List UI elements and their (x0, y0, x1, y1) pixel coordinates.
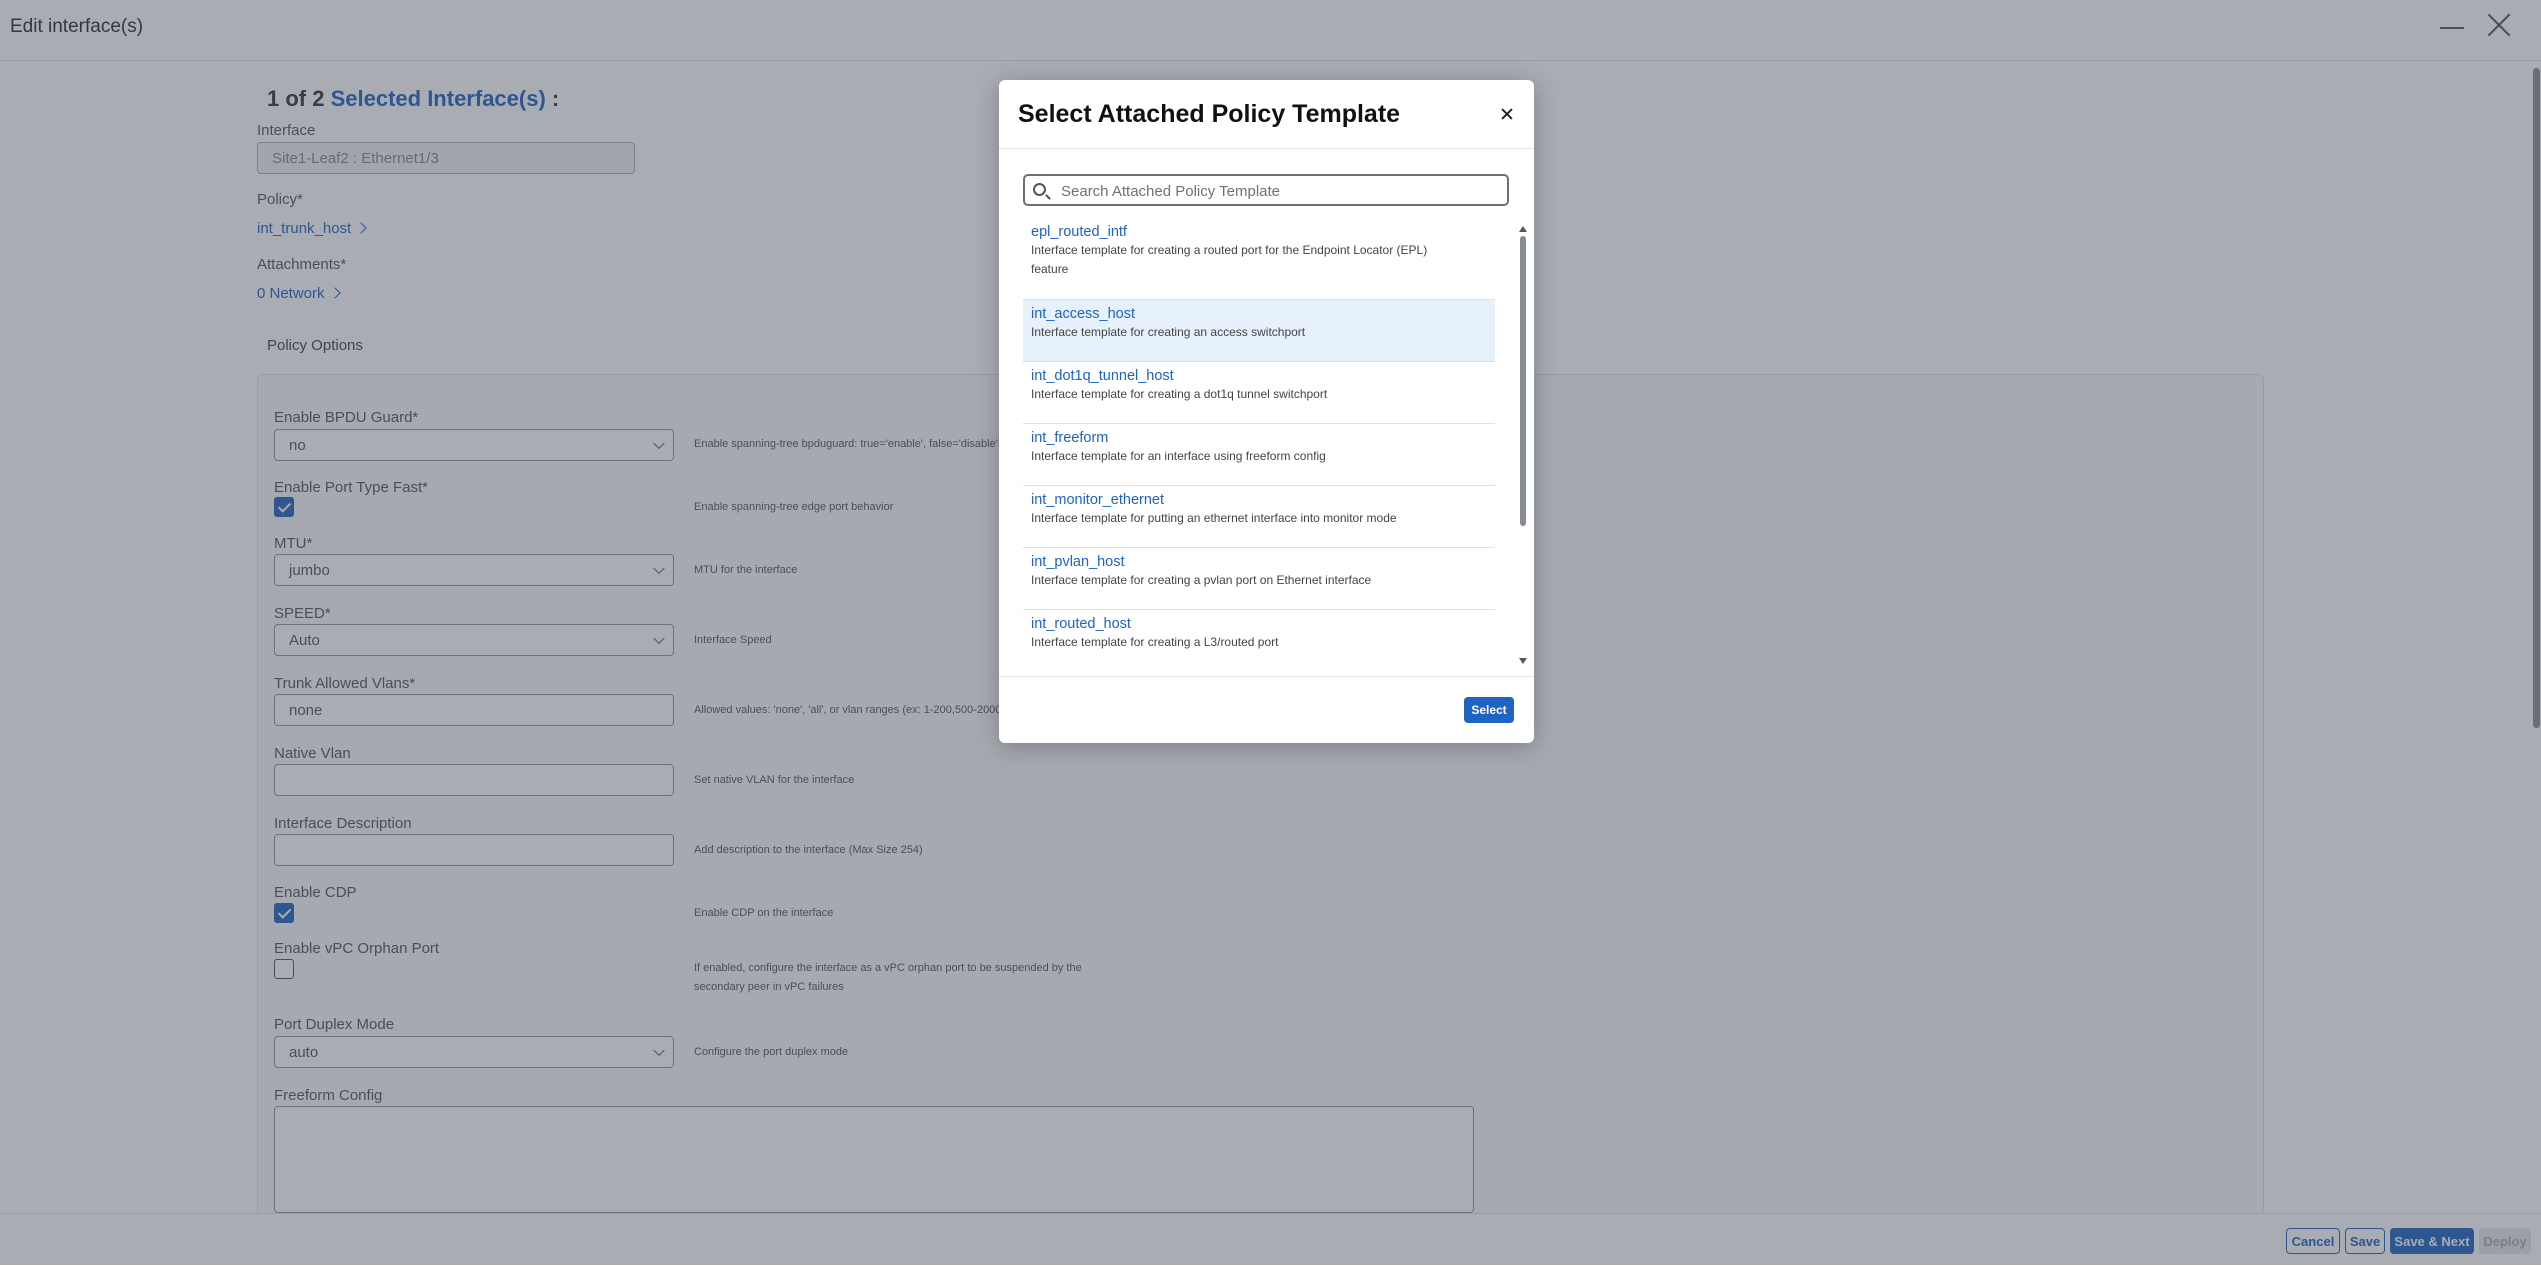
template-item-int-monitor-ethernet[interactable]: int_monitor_ethernet Interface template … (1023, 486, 1495, 548)
select-button[interactable]: Select (1464, 697, 1514, 723)
template-item-int-access-host[interactable]: int_access_host Interface template for c… (1023, 300, 1495, 362)
template-description: Interface template for creating an acces… (1031, 325, 1306, 339)
template-description: Interface template for creating a routed… (1031, 243, 1428, 257)
dialog-header-divider (999, 148, 1534, 149)
template-name: int_freeform (1031, 430, 1109, 446)
template-name: int_monitor_ethernet (1031, 492, 1164, 508)
template-description: Interface template for creating a pvlan … (1031, 573, 1372, 587)
template-description: Interface template for creating a dot1q … (1031, 387, 1328, 401)
template-list-scrollbar[interactable] (1517, 226, 1527, 666)
template-item-int-dot1q-tunnel-host[interactable]: int_dot1q_tunnel_host Interface template… (1023, 362, 1495, 424)
search-icon (1033, 183, 1046, 196)
template-search[interactable] (1023, 174, 1509, 206)
template-list-scrollbar-thumb[interactable] (1520, 236, 1526, 526)
dialog-title: Select Attached Policy Template (1018, 100, 1401, 128)
template-description: Interface template for creating a L3/rou… (1031, 635, 1279, 649)
scroll-down-icon[interactable] (1519, 658, 1527, 664)
scroll-up-icon[interactable] (1519, 226, 1527, 232)
template-item-int-routed-host[interactable]: int_routed_host Interface template for c… (1023, 610, 1495, 670)
dialog-footer-divider (999, 676, 1534, 677)
template-name: epl_routed_intf (1031, 224, 1127, 240)
template-name: int_pvlan_host (1031, 554, 1125, 570)
template-name: int_access_host (1031, 306, 1135, 322)
template-name: int_routed_host (1031, 616, 1131, 632)
template-item-int-pvlan-host[interactable]: int_pvlan_host Interface template for cr… (1023, 548, 1495, 610)
template-item-epl-routed-intf[interactable]: epl_routed_intf Interface template for c… (1023, 218, 1495, 300)
select-policy-template-dialog: Select Attached Policy Template epl_rout… (999, 80, 1534, 743)
template-name: int_dot1q_tunnel_host (1031, 368, 1174, 384)
template-description: Interface template for an interface usin… (1031, 449, 1326, 463)
template-description: Interface template for putting an ethern… (1031, 511, 1397, 525)
template-search-input[interactable] (1059, 179, 1493, 203)
template-description-cont: feature (1031, 262, 1069, 276)
template-item-int-freeform[interactable]: int_freeform Interface template for an i… (1023, 424, 1495, 486)
close-icon[interactable] (1497, 104, 1517, 124)
template-list: epl_routed_intf Interface template for c… (1023, 218, 1496, 670)
